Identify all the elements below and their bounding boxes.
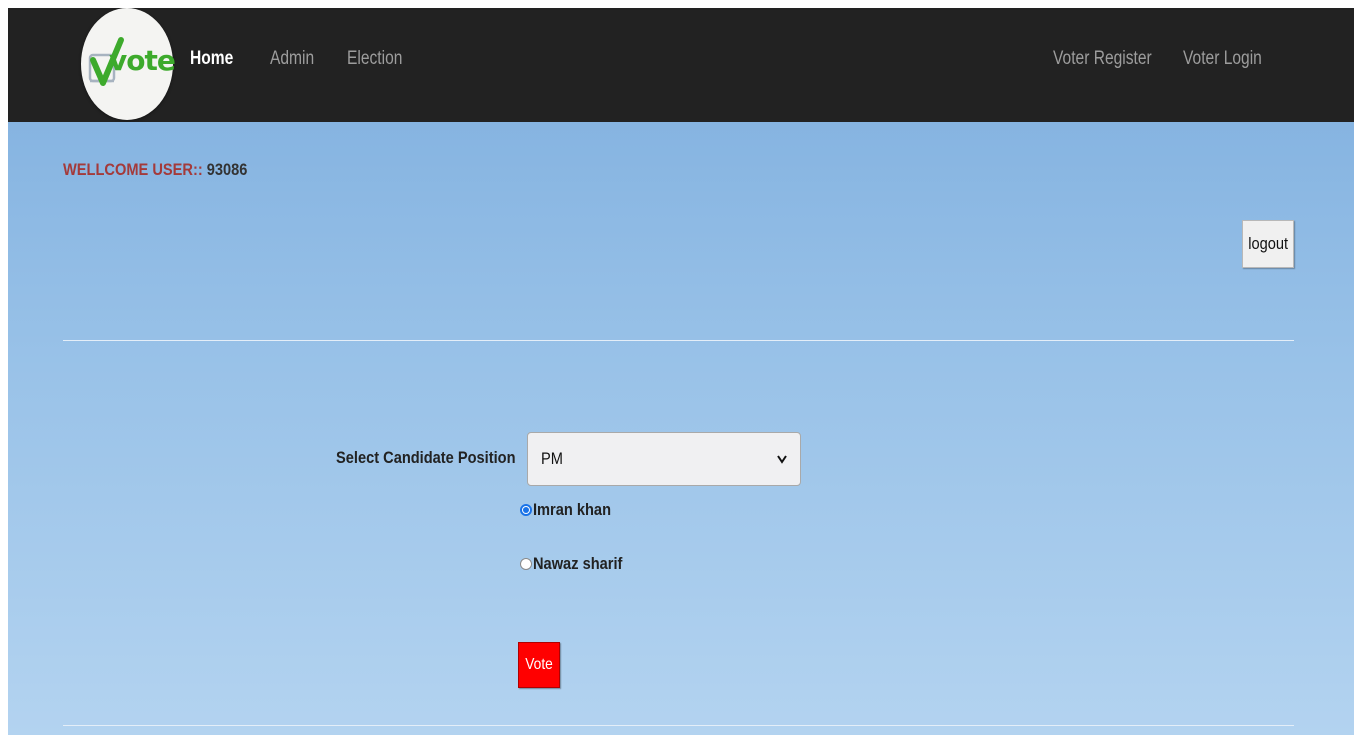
nav-election[interactable]: Election	[347, 48, 402, 70]
radio-imran-khan[interactable]	[520, 504, 532, 516]
page: vote Home Admin Election Voter Register …	[8, 8, 1354, 735]
navbar: vote Home Admin Election Voter Register …	[8, 8, 1354, 122]
candidate-option-imran-khan[interactable]: Imran khan	[520, 500, 624, 520]
divider-top	[63, 340, 1294, 341]
position-select[interactable]: PM	[527, 432, 801, 486]
candidate-option-nawaz-sharif[interactable]: Nawaz sharif	[520, 554, 637, 574]
vote-logo[interactable]: vote	[81, 8, 176, 120]
candidate-name: Nawaz sharif	[533, 554, 623, 573]
radio-nawaz-sharif[interactable]	[520, 558, 532, 570]
vote-button-label: Vote	[525, 656, 553, 673]
user-id: 93086	[206, 160, 248, 179]
logout-button[interactable]: logout	[1242, 220, 1294, 268]
candidate-name: Imran khan	[533, 500, 612, 519]
nav-home[interactable]: Home	[190, 48, 233, 70]
welcome-message: WELLCOME USER:: 93086	[63, 160, 247, 180]
select-candidate-position-label: Select Candidate Position	[336, 448, 516, 467]
nav-admin[interactable]: Admin	[270, 48, 314, 70]
vote-button[interactable]: Vote	[518, 642, 560, 688]
chevron-down-icon	[777, 455, 787, 464]
main-content: WELLCOME USER:: 93086 logout Select Cand…	[8, 122, 1354, 735]
nav-voter-register[interactable]: Voter Register	[1053, 48, 1152, 70]
position-select-value: PM	[541, 449, 563, 468]
welcome-label: WELLCOME USER::	[63, 160, 203, 179]
divider-bottom	[63, 725, 1294, 726]
logout-button-label: logout	[1248, 234, 1288, 253]
nav-voter-login[interactable]: Voter Login	[1183, 48, 1262, 70]
logo-text: vote	[109, 44, 176, 77]
